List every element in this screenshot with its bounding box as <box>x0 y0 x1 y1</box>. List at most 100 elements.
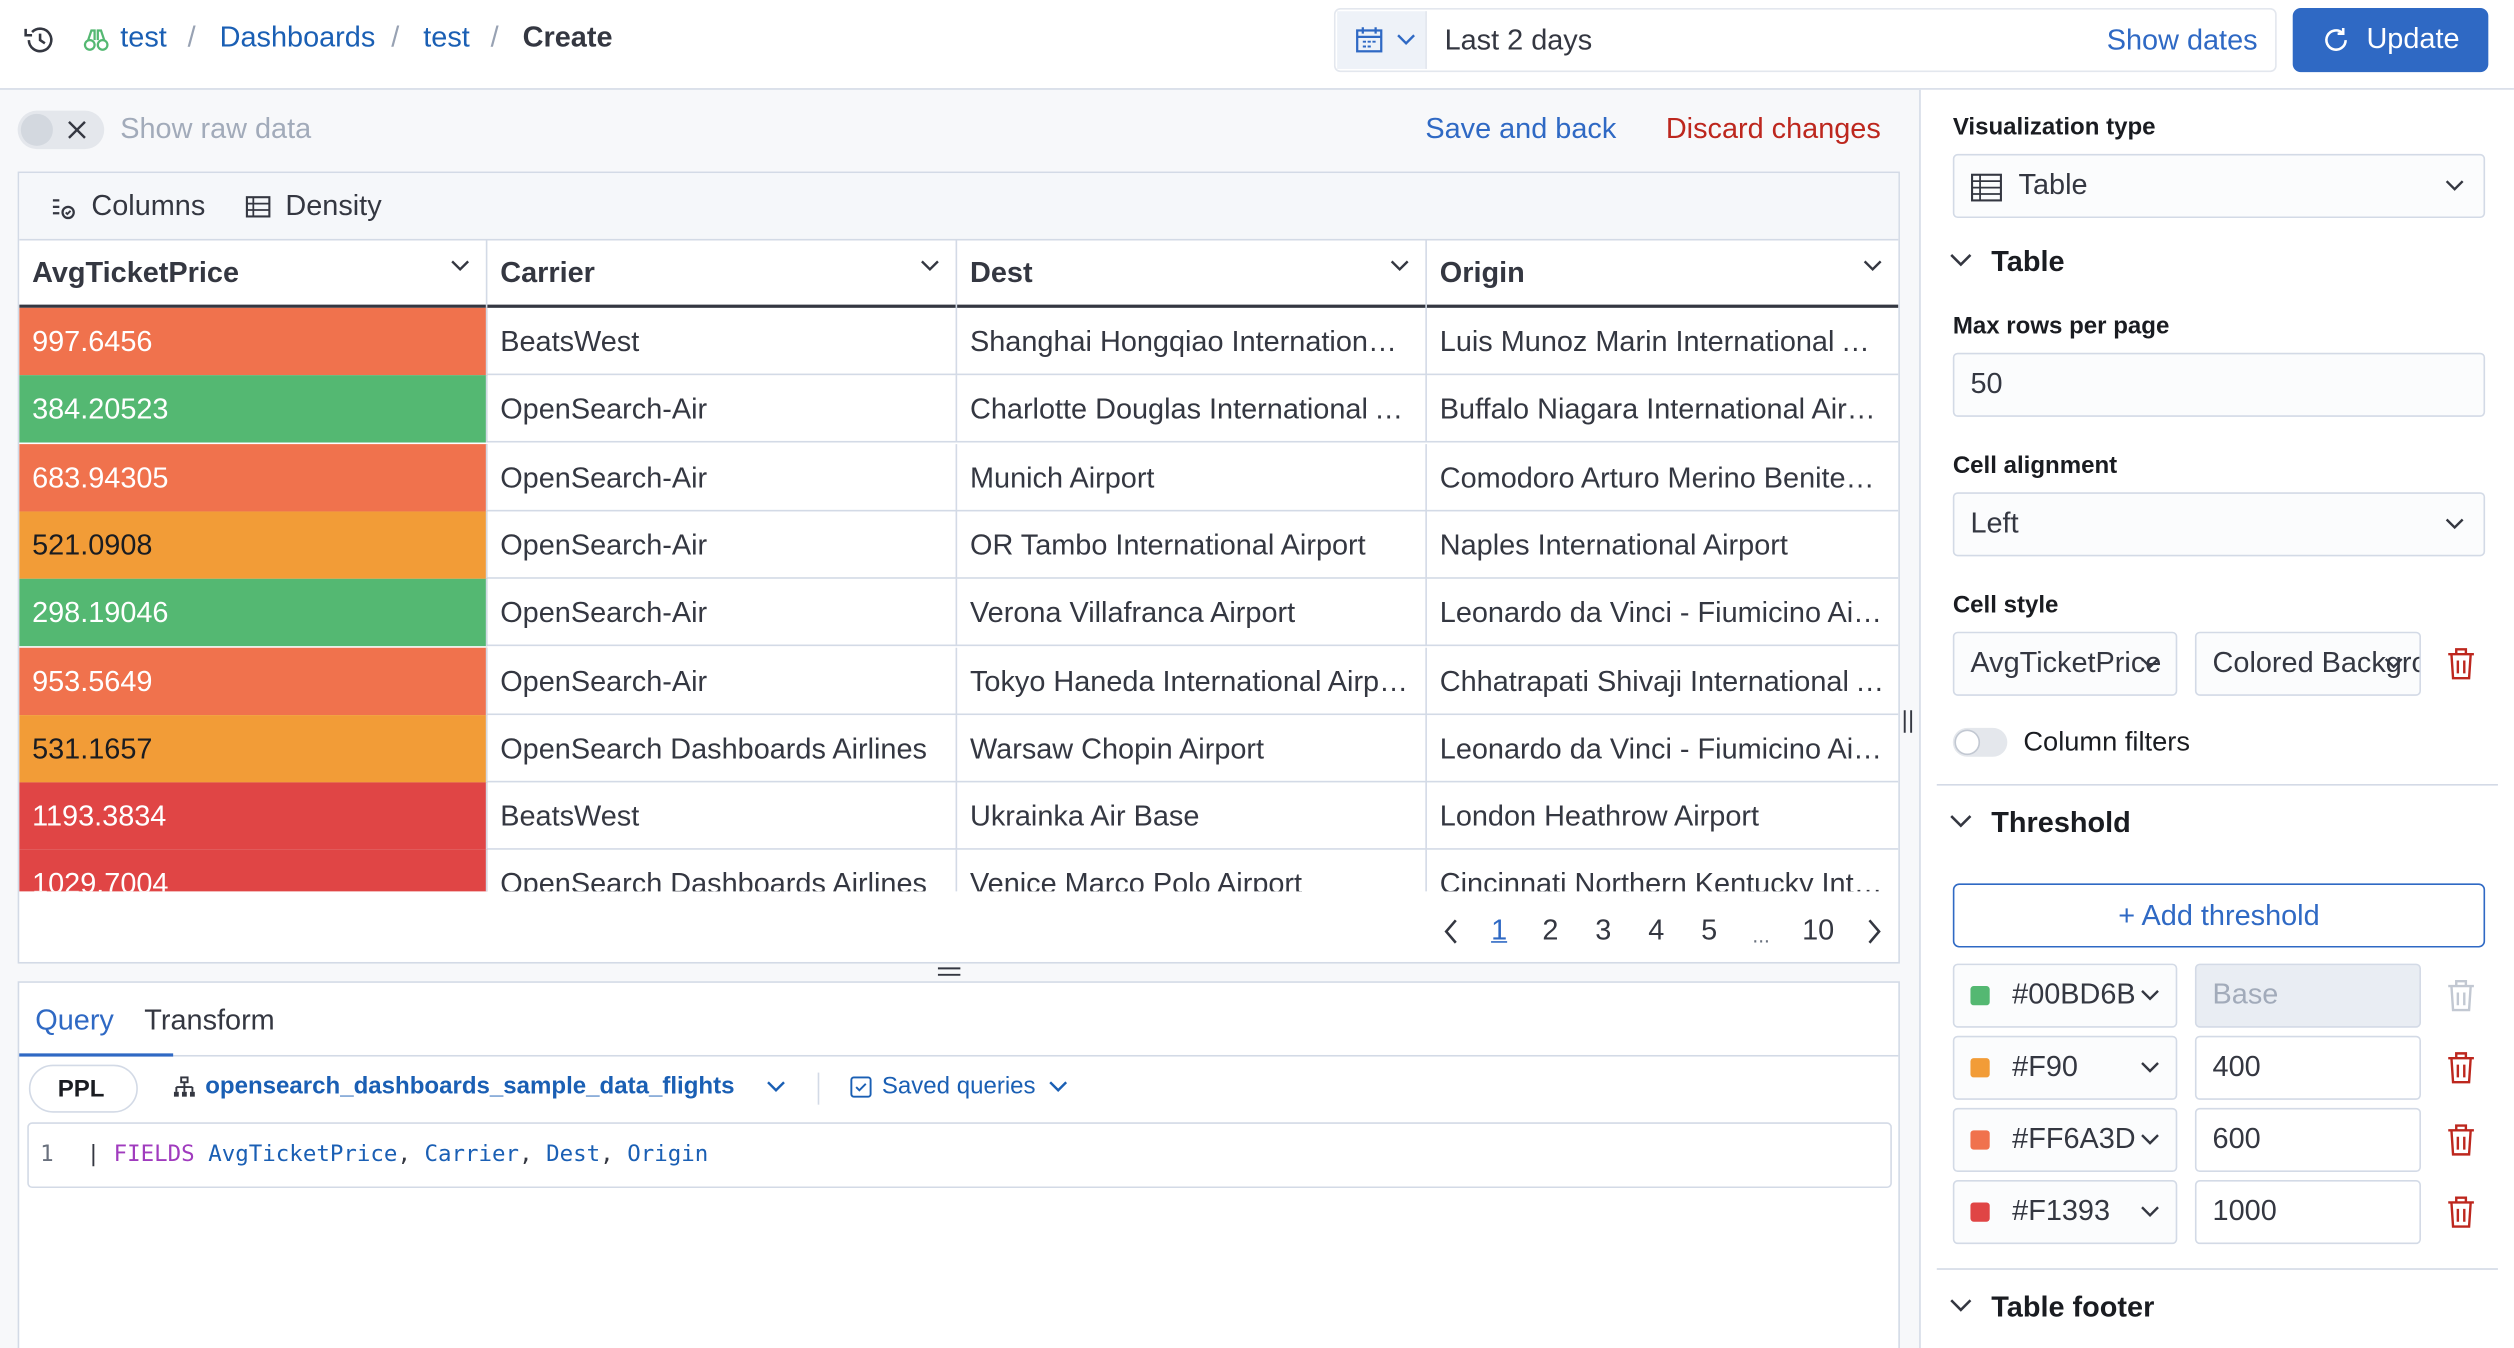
history-icon[interactable] <box>22 22 57 57</box>
save-and-back-button[interactable]: Save and back <box>1425 112 1616 146</box>
cell-origin[interactable]: Comodoro Arturo Merino Benitez Internati… <box>1427 443 1899 510</box>
cell-avgticketprice[interactable]: 521.0908 <box>19 511 488 579</box>
chevron-left-icon[interactable] <box>1443 919 1459 945</box>
cell-avgticketprice[interactable]: 997.6456 <box>19 307 488 376</box>
cell-dest[interactable]: Verona Villafranca Airport <box>957 579 1427 647</box>
cell-dest[interactable]: Charlotte Douglas International Airport <box>957 375 1427 443</box>
trash-icon[interactable] <box>2445 1194 2477 1229</box>
cell-dest[interactable]: OR Tambo International Airport <box>957 511 1427 579</box>
page-button[interactable]: 10 <box>1802 914 1834 948</box>
panel-resize-icon[interactable] <box>1902 709 1915 735</box>
cell-origin[interactable]: Leonardo da Vinci - Fiumicino Airport <box>1427 715 1899 782</box>
cell-dest[interactable]: Venice Marco Polo Airport <box>957 850 1427 892</box>
cell-carrier[interactable]: OpenSearch Dashboards Airlines <box>487 714 958 783</box>
page-button[interactable]: 3 <box>1595 914 1611 948</box>
trash-icon[interactable] <box>2445 1050 2477 1085</box>
cell-avgticketprice[interactable]: 298.19046 <box>19 579 488 647</box>
viz-type-select[interactable]: Table <box>1952 153 2486 219</box>
discard-changes-button[interactable]: Discard changes <box>1666 112 1881 146</box>
threshold-value-input[interactable]: 600 <box>2194 1107 2421 1173</box>
breadcrumb-test-dashboard[interactable]: test <box>423 21 470 55</box>
add-threshold-button[interactable]: + Add threshold <box>1952 883 2486 948</box>
columns-icon <box>52 199 75 220</box>
binoculars-icon <box>83 29 109 51</box>
resize-handle-icon[interactable] <box>936 965 962 978</box>
breadcrumb-dashboards[interactable]: Dashboards <box>220 21 376 55</box>
index-pattern-selector[interactable]: opensearch_dashboards_sample_data_flight… <box>205 1073 760 1100</box>
threshold-value-input[interactable]: 400 <box>2194 1035 2421 1100</box>
column-header-avgticketprice[interactable]: AvgTicketPrice <box>19 240 488 308</box>
column-header-dest[interactable]: Dest <box>957 240 1427 308</box>
chevron-right-icon[interactable] <box>1866 919 1882 945</box>
cell-alignment-select[interactable]: Left <box>1952 492 2486 557</box>
column-header-origin[interactable]: Origin <box>1427 240 1898 307</box>
update-button[interactable]: Update <box>2292 8 2489 73</box>
threshold-color-select[interactable]: #F1393 <box>1952 1180 2178 1245</box>
raw-data-toggle[interactable] <box>17 110 105 150</box>
cell-origin[interactable]: Cincinnati Northern Kentucky Internation… <box>1427 850 1899 891</box>
saved-queries-button[interactable]: Saved queries <box>882 1073 1036 1100</box>
cell-origin[interactable]: Luis Munoz Marin International Airport <box>1427 308 1899 375</box>
page-button[interactable]: 4 <box>1648 914 1664 948</box>
page-button[interactable]: 1 <box>1491 914 1507 948</box>
cell-avgticketprice[interactable]: 953.5649 <box>19 646 488 715</box>
trash-icon <box>2448 980 2474 1012</box>
chevron-down-icon <box>2384 658 2403 669</box>
cell-carrier[interactable]: OpenSearch-Air <box>487 511 958 579</box>
cell-avgticketprice[interactable]: 1029.7004 <box>19 850 488 892</box>
cell-origin[interactable]: Naples International Airport <box>1427 511 1898 578</box>
chevron-down-icon <box>1049 1081 1068 1092</box>
query-editor[interactable]: 1 | FIELDS AvgTicketPrice, Carrier, Dest… <box>27 1122 1892 1189</box>
threshold-value-input[interactable]: 1000 <box>2194 1180 2421 1245</box>
show-dates-link[interactable]: Show dates <box>2107 24 2258 58</box>
column-filters-toggle[interactable] <box>1952 727 2008 757</box>
threshold-color-select[interactable]: #00BD6B <box>1952 963 2178 1028</box>
threshold-section-toggle[interactable]: Threshold <box>1950 803 2271 845</box>
cell-dest[interactable]: Warsaw Chopin Airport <box>957 714 1427 783</box>
column-header-carrier[interactable]: Carrier <box>487 240 958 308</box>
threshold-color-select[interactable]: #FF6A3D <box>1952 1107 2178 1173</box>
cell-avgticketprice[interactable]: 531.1657 <box>19 714 488 783</box>
table-icon <box>1971 173 2002 202</box>
cell-carrier[interactable]: OpenSearch-Air <box>487 443 958 511</box>
trash-icon[interactable] <box>2445 1122 2477 1157</box>
cell-carrier[interactable]: OpenSearch Dashboards Airlines <box>487 850 958 892</box>
threshold-color-select[interactable]: #F90 <box>1952 1035 2178 1100</box>
cell-carrier[interactable]: BeatsWest <box>487 782 958 850</box>
cell-origin[interactable]: Chhatrapati Shivaji International Airpor… <box>1427 647 1899 714</box>
cell-carrier[interactable]: OpenSearch-Air <box>487 375 958 443</box>
page-button[interactable]: 5 <box>1701 914 1717 948</box>
cell-carrier[interactable]: OpenSearch-Air <box>487 646 958 715</box>
cell-origin[interactable]: London Heathrow Airport <box>1427 783 1898 850</box>
quick-menu-button[interactable] <box>1337 11 1427 69</box>
cell-avgticketprice[interactable]: 1193.3834 <box>19 782 488 850</box>
date-range-text[interactable]: Last 2 days <box>1445 24 1593 58</box>
cell-carrier[interactable]: OpenSearch-Air <box>487 579 958 647</box>
column-header-label: Origin <box>1439 256 1525 289</box>
columns-button[interactable]: Columns <box>48 173 240 240</box>
cell-style-field-select[interactable]: AvgTicketPrice <box>1952 631 2178 696</box>
cell-alignment-value: Left <box>1970 506 2019 539</box>
page-button[interactable]: 2 <box>1542 914 1558 948</box>
max-rows-input[interactable]: 50 <box>1952 352 2486 417</box>
chevron-down-icon <box>921 260 939 272</box>
cell-style-mode-select[interactable]: Colored Background <box>2194 631 2421 696</box>
density-button[interactable]: Density <box>244 173 420 240</box>
language-toggle-button[interactable]: PPL <box>28 1064 138 1113</box>
pagination-ellipsis: ... <box>1752 923 1770 948</box>
cell-dest[interactable]: Munich Airport <box>957 443 1427 511</box>
cell-origin[interactable]: Buffalo Niagara International Airport <box>1427 376 1898 443</box>
cell-avgticketprice[interactable]: 683.94305 <box>19 443 488 511</box>
breadcrumb-test[interactable]: test <box>120 21 167 55</box>
cell-dest[interactable]: Shanghai Hongqiao International Airport <box>957 307 1427 376</box>
tab-transform[interactable]: Transform <box>144 983 349 1057</box>
table-footer-section-toggle[interactable]: Table footer <box>1950 1287 2271 1329</box>
table-section-toggle[interactable]: Table <box>1950 242 2271 284</box>
cell-dest[interactable]: Ukrainka Air Base <box>957 782 1427 850</box>
cell-avgticketprice[interactable]: 384.20523 <box>19 375 488 443</box>
color-swatch <box>1970 1202 1990 1223</box>
cell-carrier[interactable]: BeatsWest <box>487 307 958 376</box>
trash-icon[interactable] <box>2445 646 2477 681</box>
cell-dest[interactable]: Tokyo Haneda International Airport <box>957 646 1427 715</box>
cell-origin[interactable]: Leonardo da Vinci - Fiumicino Airport <box>1427 579 1899 646</box>
